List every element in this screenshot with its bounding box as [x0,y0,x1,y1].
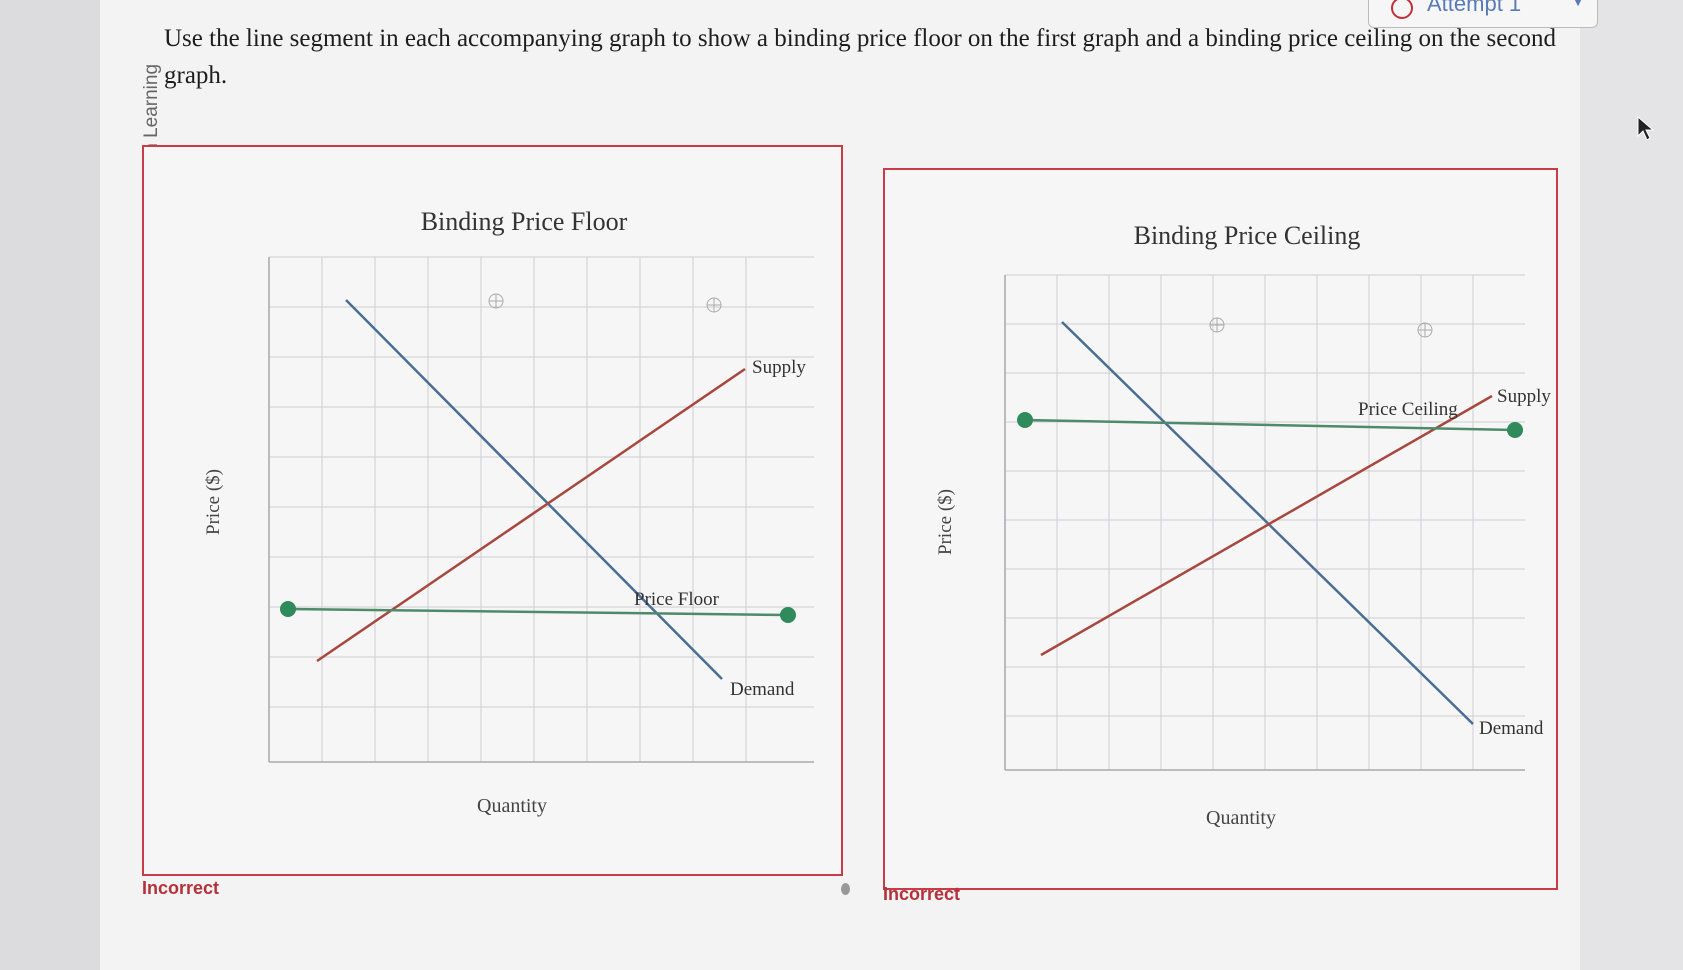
y-axis-label: Price ($) [203,469,224,535]
price-floor-graph-panel: Binding Price Floor Price ($) Quantity D… [142,145,843,876]
target-marker-icon [1417,322,1433,338]
price-ceiling-left-handle[interactable] [1017,412,1033,428]
demand-label: Demand [1479,718,1544,739]
demand-label: Demand [730,679,795,700]
attempt-label: Attempt 1 [1427,0,1522,16]
x-axis-label: Quantity [477,795,547,817]
price-ceiling-graph: Binding Price Ceiling Price ($) Quantity… [935,221,1551,829]
target-marker-icon [1209,317,1225,333]
left-margin [0,0,100,970]
supply-label: Supply [1497,386,1551,407]
incorrect-status-icon [1391,0,1413,19]
stray-mark [841,883,850,895]
x-axis-label: Quantity [1206,807,1276,829]
price-ceiling-graph-panel: Binding Price Ceiling Price ($) Quantity… [883,168,1558,890]
question-instruction: Use the line segment in each accompanyin… [164,25,1556,89]
y-axis-label: Price ($) [935,489,956,555]
mouse-pointer-icon [1637,116,1655,141]
status-incorrect: Incorrect [883,884,961,904]
chevron-down-icon: ▼ [1571,0,1585,9]
target-marker-icon [488,293,504,309]
price-floor-label: Price Floor [634,589,720,610]
supply-curve [316,367,746,663]
price-floor-left-handle[interactable] [280,601,296,617]
price-floor-right-handle[interactable] [780,607,796,623]
price-ceiling-label: Price Ceiling [1358,399,1458,420]
status-incorrect: Incorrect [142,878,220,898]
grid [1004,274,1525,770]
supply-label: Supply [752,357,806,378]
graph-title: Binding Price Ceiling [1134,221,1361,250]
attempt-dropdown[interactable]: Attempt 1 ▼ [1368,0,1598,28]
demand-curve [1061,321,1474,725]
graph-title: Binding Price Floor [421,207,628,236]
price-ceiling-right-handle[interactable] [1507,422,1523,438]
target-marker-icon [706,297,722,313]
price-floor-graph: Binding Price Floor Price ($) Quantity D… [203,207,814,817]
